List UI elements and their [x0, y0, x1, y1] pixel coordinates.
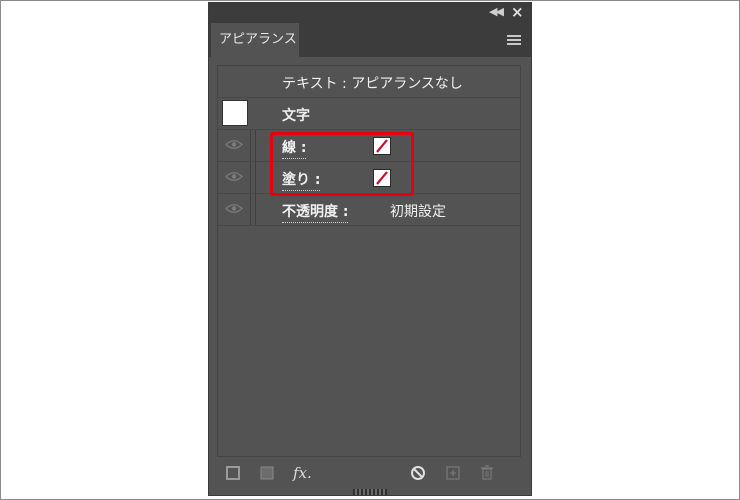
clear-appearance-icon[interactable] — [410, 465, 426, 481]
panel-tab-bar: アピアランス — [209, 23, 531, 57]
highlight-box — [270, 132, 414, 196]
panel-bottom-toolbar: fx. — [209, 461, 531, 489]
opacity-value: 初期設定 — [390, 204, 446, 220]
list-row-header[interactable]: テキスト : アピアランスなし — [218, 66, 520, 98]
close-icon[interactable]: × — [511, 3, 524, 21]
visibility-eye-icon[interactable] — [225, 139, 243, 150]
delete-trash-icon[interactable] — [479, 465, 495, 481]
add-effect-fx-icon[interactable]: fx. — [293, 464, 312, 482]
list-row-characters[interactable]: 文字 — [218, 98, 520, 130]
add-fill-icon[interactable] — [259, 465, 275, 481]
panel-menu-icon[interactable] — [507, 35, 521, 46]
tab-appearance[interactable]: アピアランス — [211, 23, 299, 57]
panel-title-bar: ◀◀ × — [209, 3, 531, 23]
duplicate-item-icon[interactable] — [445, 465, 461, 481]
resize-grip[interactable] — [353, 489, 387, 495]
characters-label: 文字 — [282, 108, 310, 124]
target-description: テキスト : アピアランスなし — [282, 76, 463, 92]
visibility-eye-icon[interactable] — [225, 203, 243, 214]
add-stroke-icon[interactable] — [225, 465, 241, 481]
appearance-list: テキスト : アピアランスなし 文字 線 : 塗り: 不透明度: 初期設定 — [217, 65, 521, 457]
collapse-panel-icon[interactable]: ◀◀ — [489, 5, 504, 18]
list-row-opacity[interactable]: 不透明度 : 初期設定 — [218, 194, 520, 226]
opacity-label[interactable]: 不透明度 : — [282, 201, 349, 223]
character-thumbnail — [222, 100, 248, 126]
visibility-eye-icon[interactable] — [225, 171, 243, 182]
appearance-panel: ◀◀ × アピアランス テキスト : アピアランスなし 文字 線 : 塗り: … — [208, 2, 532, 496]
